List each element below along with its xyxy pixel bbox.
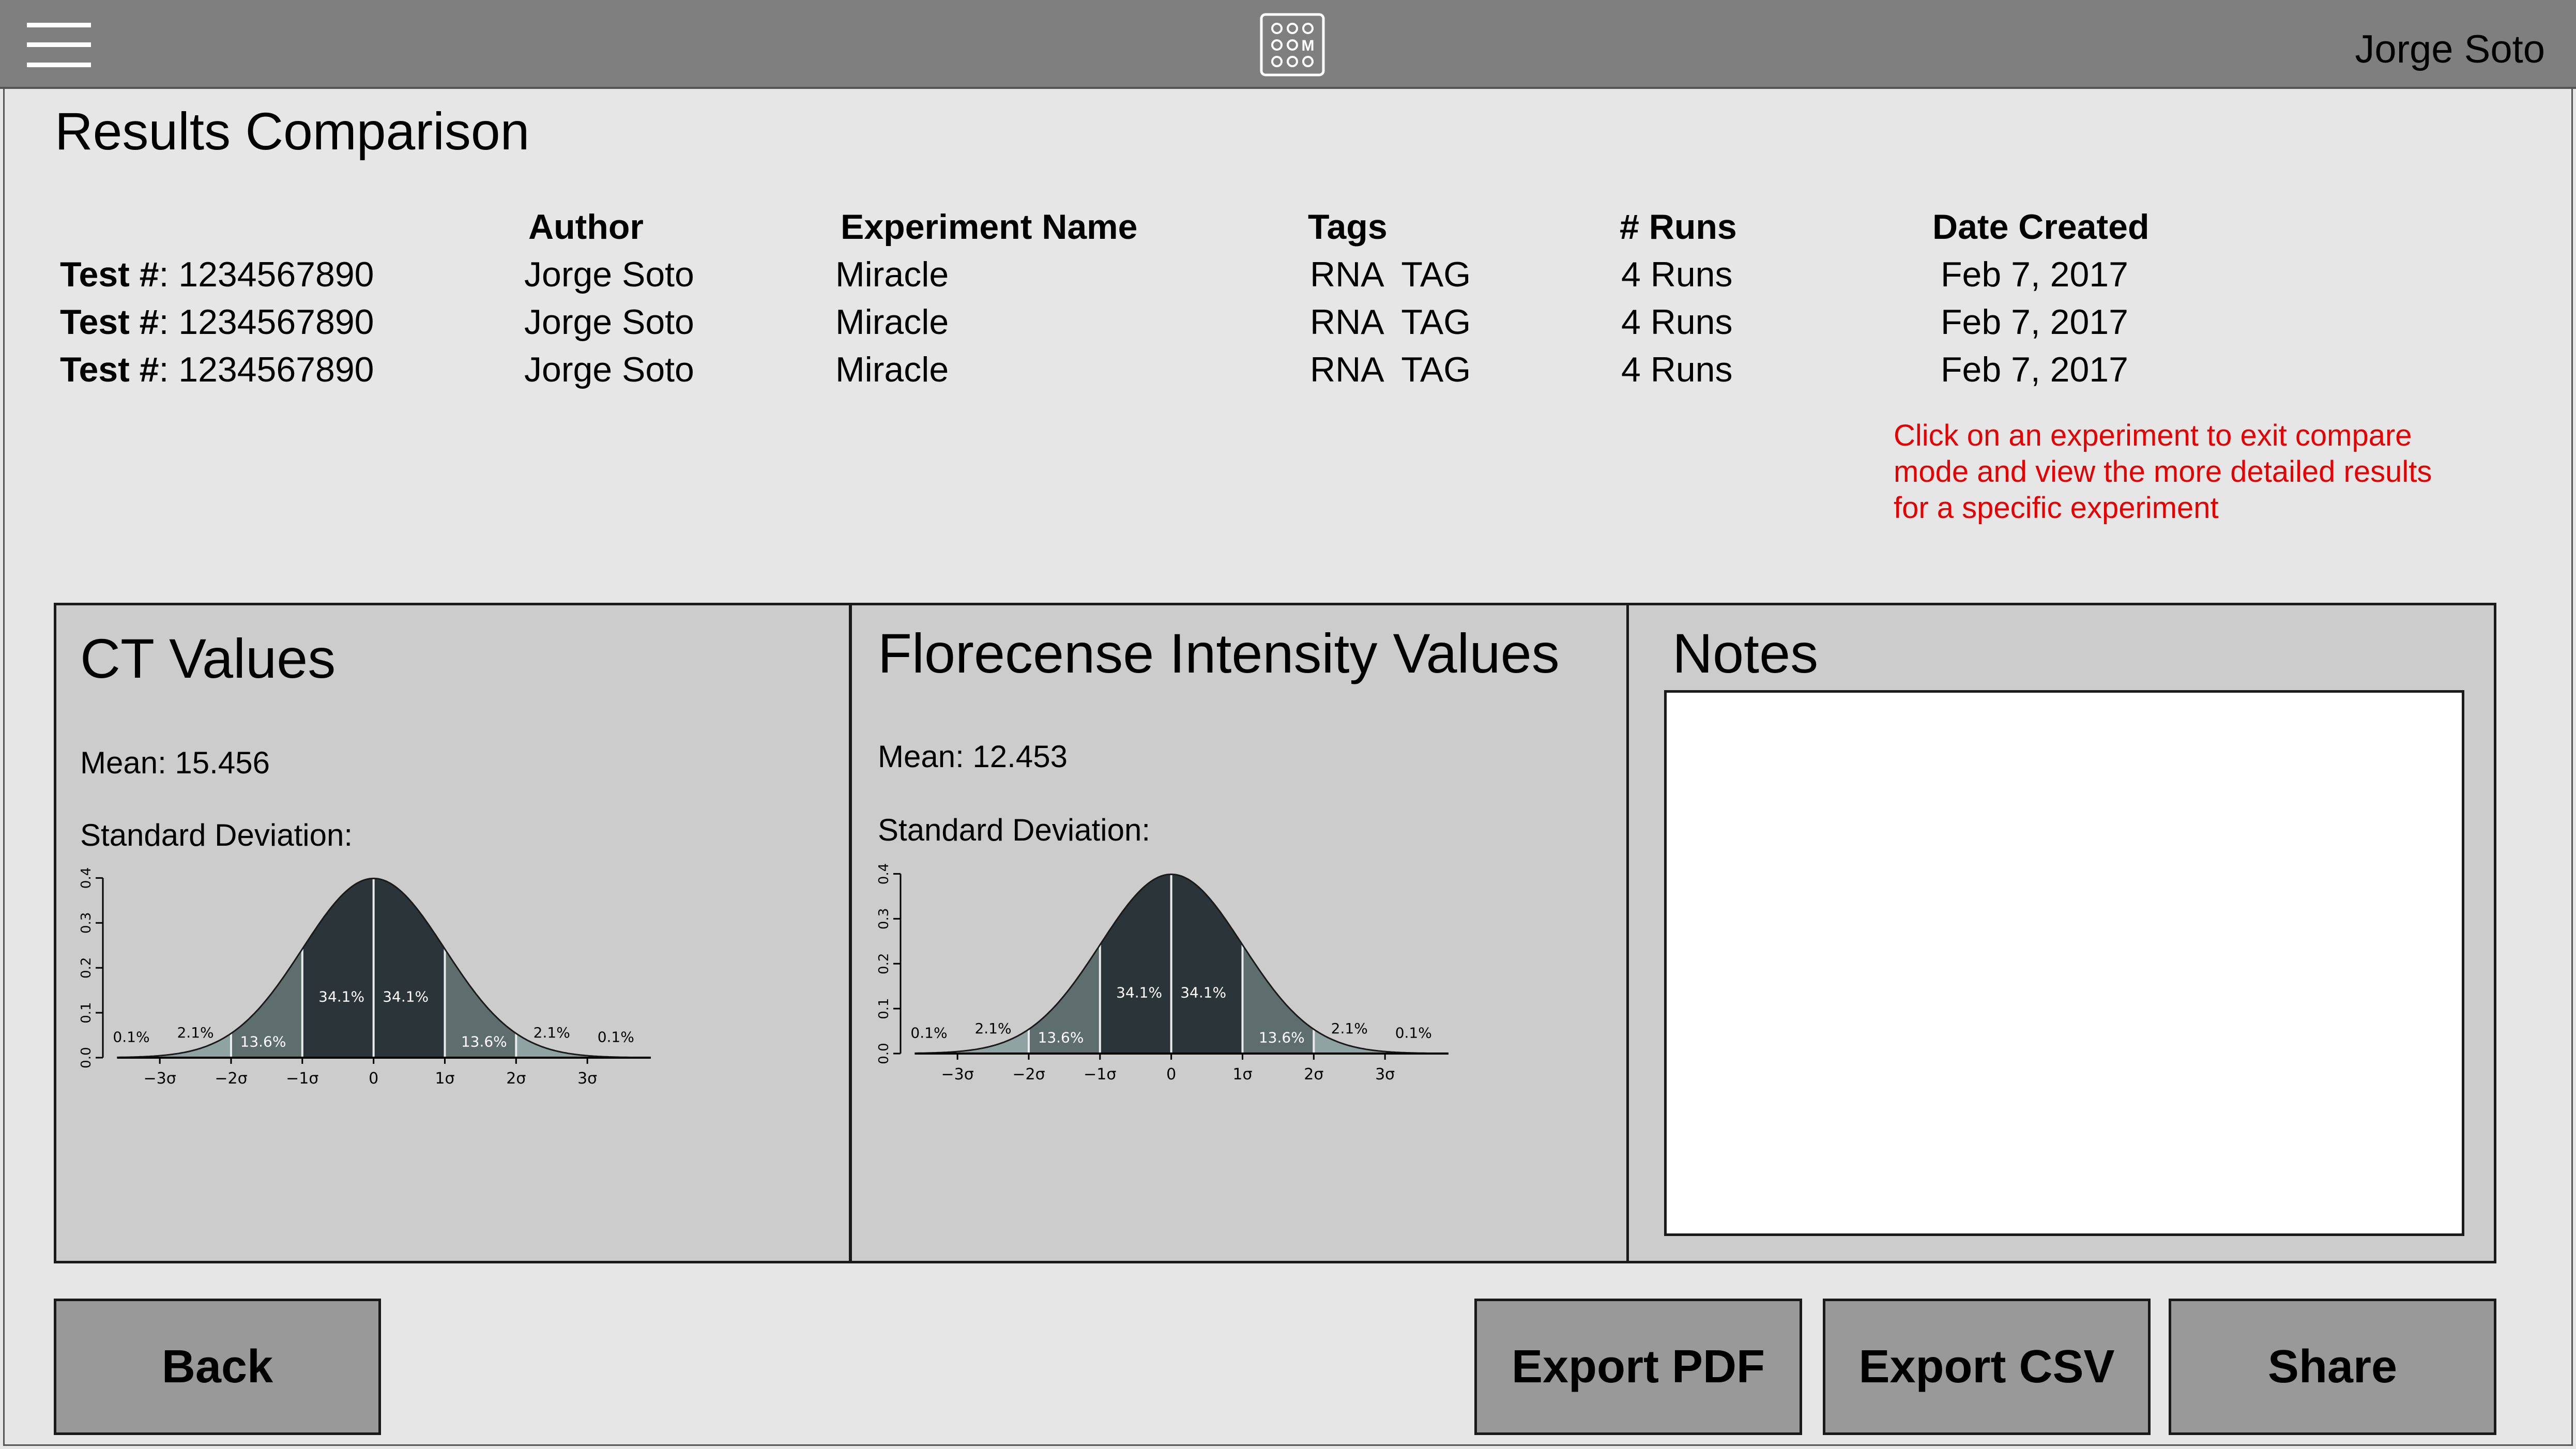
runs-cell: 4 Runs [1621, 302, 1733, 342]
band-percent-label: 0.1% [910, 1025, 947, 1042]
x-tick-label: 3σ [1375, 1065, 1395, 1082]
author-cell: Jorge Soto [524, 350, 694, 389]
experiment-name-cell: Miracle [835, 350, 949, 389]
distribution-band [302, 878, 374, 1058]
runs-cell: 4 Runs [1621, 350, 1733, 389]
band-percent-label: 13.6% [1038, 1029, 1084, 1046]
x-tick-label: −2σ [215, 1070, 247, 1086]
export-pdf-button[interactable]: Export PDF [1474, 1299, 1802, 1435]
y-tick-label: 0.3 [79, 912, 94, 934]
user-name[interactable]: Jorge Soto [2355, 27, 2545, 72]
x-tick-label: 0 [369, 1070, 378, 1086]
y-tick-label: 0.3 [876, 908, 892, 929]
y-tick-label: 0.2 [79, 957, 94, 979]
svg-text:M: M [1302, 37, 1315, 54]
ct-std-label: Standard Deviation: [80, 818, 353, 852]
band-percent-label: 2.1% [1331, 1020, 1368, 1037]
author-cell: Jorge Soto [524, 255, 694, 294]
band-percent-label: 13.6% [461, 1033, 507, 1050]
ct-distribution-chart: 0.0 0.1 0.2 0.3 0.4 −3σ −2σ −1σ 0 1σ 2σ 3σ 0.1% 2.1% 1… [79, 867, 651, 1086]
fluorescence-intensity-panel: Florecense Intensity Values Mean: 12.453… [849, 603, 1629, 1263]
compare-mode-hint: Click on an experiment to exit compare m… [1894, 419, 2432, 525]
date-cell: Feb 7, 2017 [1941, 302, 2128, 342]
share-button[interactable]: Share [2169, 1299, 2496, 1435]
test-number: Test #: 1234567890 [60, 255, 374, 294]
x-tick-label: 2σ [1304, 1065, 1323, 1082]
x-tick-label: 0 [1166, 1065, 1176, 1082]
experiment-name-cell: Miracle [835, 302, 949, 342]
x-tick-label: 1σ [1232, 1065, 1252, 1082]
tags-cell: RNA TAG [1310, 350, 1471, 389]
panel-title: CT Values [80, 627, 336, 690]
band-percent-label: 13.6% [240, 1033, 286, 1050]
panel-title: Notes [1672, 622, 1819, 684]
author-cell: Jorge Soto [524, 302, 694, 342]
tags-cell: RNA TAG [1310, 255, 1471, 294]
fi-mean: Mean: 12.453 [878, 739, 1068, 774]
x-tick-label: −3σ [941, 1065, 974, 1082]
test-number: Test #: 1234567890 [60, 302, 374, 342]
x-tick-label: −3σ [144, 1070, 176, 1086]
band-percent-label: 0.1% [1395, 1025, 1432, 1042]
page-title: Results Comparison [55, 102, 530, 161]
date-cell: Feb 7, 2017 [1941, 255, 2128, 294]
column-header-experiment-name: Experiment Name [841, 207, 1138, 247]
tags-cell: RNA TAG [1310, 302, 1471, 342]
y-tick-label: 0.4 [876, 863, 892, 884]
y-tick-label: 0.1 [79, 1002, 94, 1023]
column-header-author: Author [528, 207, 644, 247]
distribution-band [1171, 874, 1243, 1054]
band-percent-label: 0.1% [598, 1029, 634, 1046]
x-tick-label: −2σ [1012, 1065, 1045, 1082]
x-tick-label: −1σ [286, 1070, 318, 1086]
band-percent-label: 34.1% [1180, 984, 1226, 1001]
date-cell: Feb 7, 2017 [1941, 350, 2128, 389]
y-tick-label: 0.4 [79, 867, 94, 889]
notes-panel: Notes [1626, 603, 2496, 1263]
ct-mean: Mean: 15.456 [80, 745, 270, 780]
fi-std-label: Standard Deviation: [878, 813, 1150, 847]
x-tick-label: −1σ [1084, 1065, 1116, 1082]
band-percent-label: 34.1% [1116, 984, 1162, 1001]
plate-logo-icon[interactable]: M [1260, 13, 1325, 77]
distribution-band [373, 878, 445, 1058]
experiment-name-cell: Miracle [835, 255, 949, 294]
ct-values-panel: CT Values Mean: 15.456 Standard Deviatio… [54, 603, 851, 1263]
band-percent-label: 0.1% [113, 1029, 149, 1046]
distribution-band [1100, 874, 1171, 1054]
band-percent-label: 2.1% [534, 1024, 570, 1041]
column-header-runs: # Runs [1620, 207, 1737, 247]
export-csv-button[interactable]: Export CSV [1823, 1299, 2151, 1435]
x-tick-label: 3σ [577, 1070, 597, 1086]
y-tick-label: 0.0 [79, 1047, 94, 1068]
x-tick-label: 2σ [506, 1070, 526, 1086]
panel-title: Florecense Intensity Values [878, 622, 1560, 684]
menu-icon[interactable] [27, 23, 91, 67]
notes-textarea[interactable] [1664, 690, 2464, 1236]
back-button[interactable]: Back [54, 1299, 381, 1435]
y-tick-label: 0.0 [876, 1043, 892, 1064]
y-tick-label: 0.2 [876, 953, 892, 974]
test-number: Test #: 1234567890 [60, 350, 374, 389]
band-percent-label: 34.1% [383, 988, 429, 1005]
x-tick-label: 1σ [435, 1070, 454, 1086]
runs-cell: 4 Runs [1621, 255, 1733, 294]
y-tick-label: 0.1 [876, 998, 892, 1019]
column-header-date-created: Date Created [1932, 207, 2150, 247]
column-header-tags: Tags [1308, 207, 1388, 247]
fi-distribution-chart: 0.0 0.1 0.2 0.3 0.4 −3σ −2σ −1σ 0 1σ 2σ 3σ 0.1% 2.1% 1… [876, 863, 1449, 1082]
top-bar: M Jorge Soto [0, 0, 2576, 89]
band-percent-label: 34.1% [318, 988, 364, 1005]
band-percent-label: 2.1% [177, 1024, 214, 1041]
band-percent-label: 2.1% [974, 1020, 1011, 1037]
band-percent-label: 13.6% [1259, 1029, 1305, 1046]
